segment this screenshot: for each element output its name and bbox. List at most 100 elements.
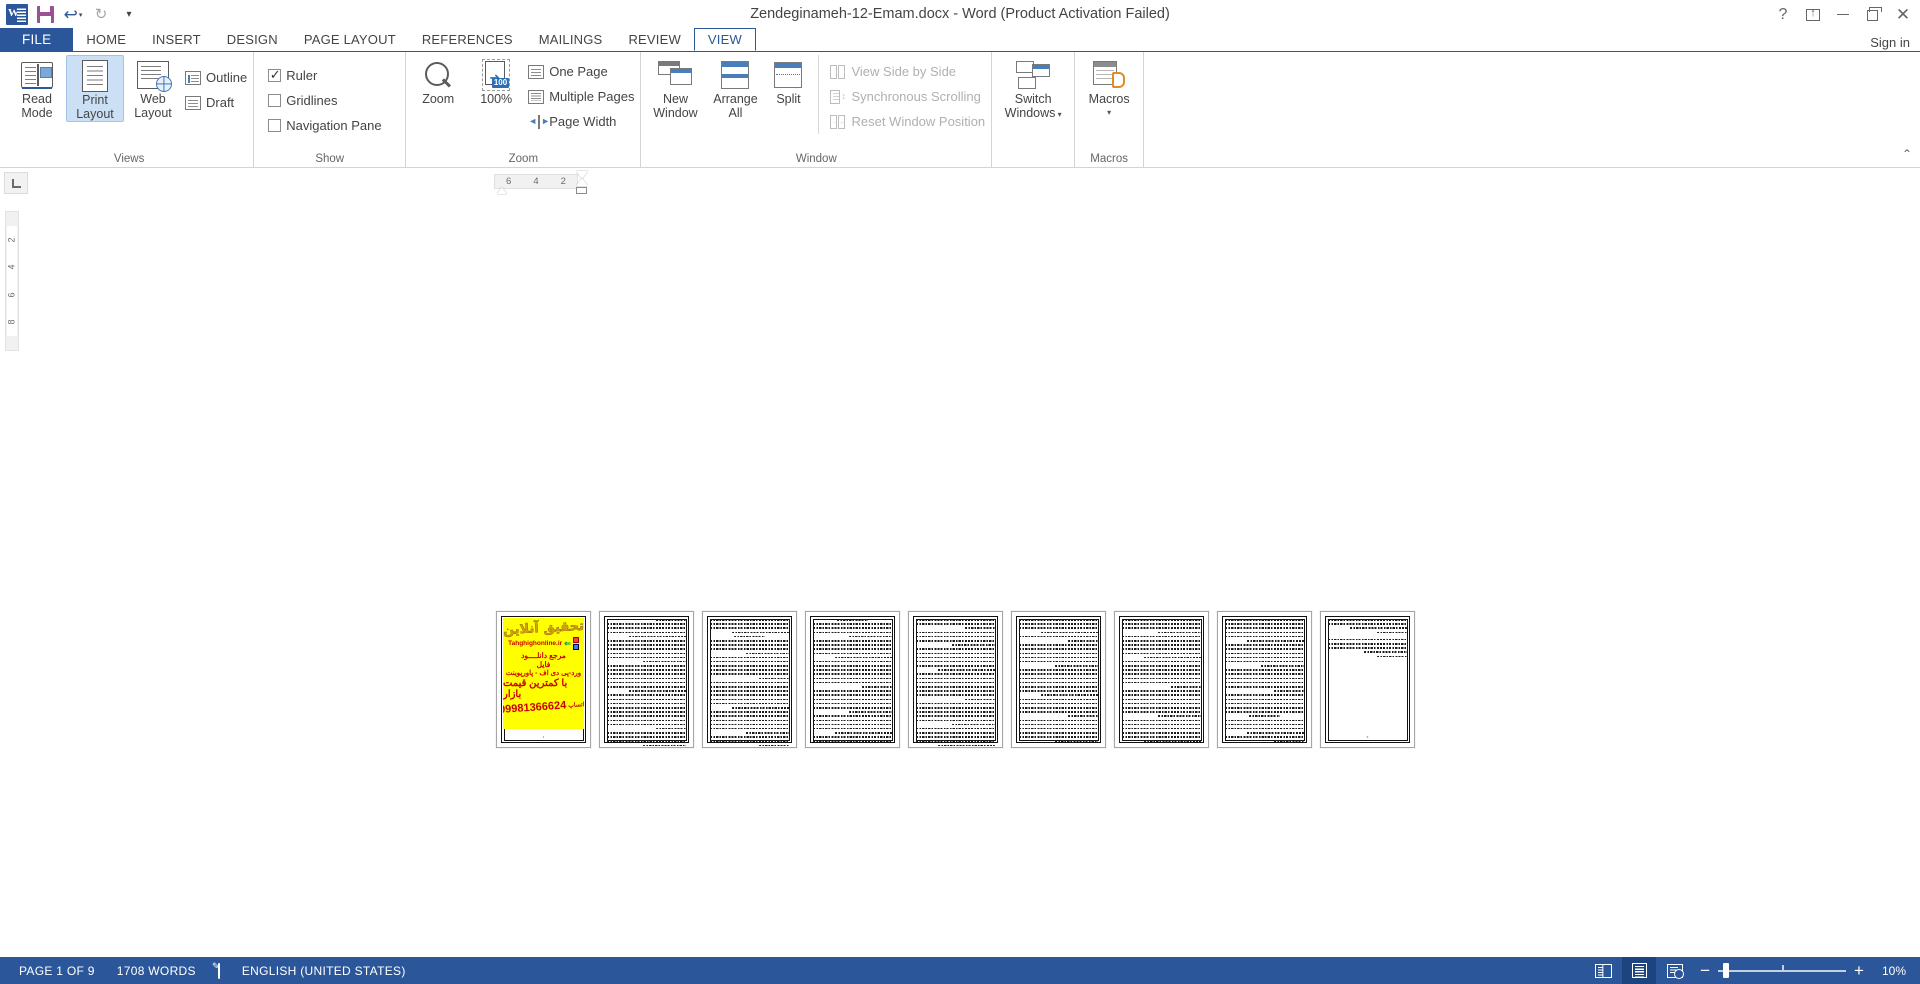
tab-page-layout[interactable]: PAGE LAYOUT [291,28,409,51]
vertical-ruler[interactable]: 2 4 6 8 [5,211,19,351]
print-layout-button[interactable]: Print Layout [66,55,124,122]
page-thumbnail-7[interactable]: 7 [1114,611,1209,748]
tab-stop-selector[interactable] [4,172,28,194]
page-width-button[interactable]: ◄ ► Page Width [525,109,637,134]
page-text-block-9 [1328,619,1407,658]
new-window-label-2: Window [653,106,698,120]
new-window-button[interactable]: New Window [644,55,706,120]
page-thumbnail-9[interactable]: 9 [1320,611,1415,748]
macros-icon [1093,58,1126,92]
page-thumbnail-2[interactable]: 2 [599,611,694,748]
zoom-100-icon: ➜100 [482,58,511,92]
page-thumbnail-6[interactable]: 6 [1011,611,1106,748]
zoom-button[interactable]: Zoom [409,55,467,106]
zoom-slider-handle[interactable] [1723,963,1730,978]
language-indicator[interactable]: ENGLISH (UNITED STATES) [231,964,417,978]
reset-window-position-label: Reset Window Position [851,114,986,129]
switch-windows-icon [1016,58,1051,92]
zoom-in-button[interactable]: + [1848,962,1870,979]
macros-button[interactable]: Macros ▾ [1078,55,1140,120]
restore-icon[interactable] [1858,2,1888,28]
macros-button-label: Macros [1088,92,1130,106]
ruler-checkbox-row[interactable]: Ruler [265,63,384,88]
cover-website-row: Tahghighonline.ir ⇐ [508,637,579,650]
read-mode-view-button[interactable] [1586,957,1620,984]
split-button[interactable]: Split [764,55,812,106]
collapse-ribbon-icon[interactable]: ⌃ [1902,147,1912,161]
tab-insert[interactable]: INSERT [139,28,214,51]
arrange-all-button[interactable]: Arrange All [706,55,764,120]
left-tab-stop-icon [11,178,21,188]
page-number-1: 1 [542,735,545,739]
page-text-block-4 [813,619,892,743]
redo-icon[interactable]: ↻ [88,3,114,27]
show-group-label: Show [315,153,345,165]
vruler-tick-8: 8 [6,319,17,325]
navigation-pane-checkbox[interactable] [268,119,282,132]
page-thumbnail-5[interactable]: 5 [908,611,1003,748]
web-layout-view-icon [1667,963,1685,979]
draft-view-button[interactable]: Draft [182,90,250,115]
web-layout-view-button[interactable] [1658,957,1692,984]
view-side-by-side-button: View Side by Side [827,59,988,84]
zoom-100-button[interactable]: ➜100 100% [467,55,525,106]
arrange-all-icon [721,58,750,92]
tab-home[interactable]: HOME [73,28,139,51]
one-page-button[interactable]: One Page [525,59,637,84]
zoom-slider[interactable] [1718,957,1847,984]
ribbon-display-options-icon[interactable] [1798,2,1828,28]
page-thumbnail-8[interactable]: 8 [1217,611,1312,748]
chevron-down-icon[interactable]: ▾ [1055,110,1062,119]
switch-windows-button[interactable]: Switch Windows ▾ [995,55,1071,122]
gridlines-checkbox[interactable] [268,94,282,107]
print-layout-label-2: Layout [76,107,114,121]
proofing-errors-icon[interactable] [207,962,231,979]
right-indent-marker[interactable] [576,171,588,194]
tab-file[interactable]: FILE [0,28,74,51]
navigation-pane-checkbox-row[interactable]: Navigation Pane [265,113,384,138]
zoom-percentage[interactable]: 10% [1872,964,1906,978]
ribbon-group-views: Read Mode Print Layout Web Layout Outlin… [2,52,255,168]
minimize-icon[interactable] [1828,2,1858,28]
page-indicator[interactable]: PAGE 1 OF 9 [8,964,106,978]
read-mode-button[interactable]: Read Mode [8,55,66,120]
multiple-pages-button[interactable]: Multiple Pages [525,84,637,109]
ruler-label: Ruler [286,68,318,83]
tab-design[interactable]: DESIGN [214,28,291,51]
zoom-out-button[interactable]: − [1694,962,1716,979]
tab-review[interactable]: REVIEW [615,28,693,51]
cover-swatch-blue [572,644,579,650]
outline-view-icon [185,70,201,85]
close-icon[interactable]: ✕ [1888,2,1918,28]
customize-qat-icon[interactable]: ▾ [116,3,142,27]
ruler-checkbox[interactable] [268,67,282,83]
page-thumbnail-4[interactable]: 4 [805,611,900,748]
ribbon-group-switch-windows: Switch Windows ▾ [992,52,1074,168]
cover-line-4: ورد-پی دی اف - پاورپوینت [505,670,582,677]
tab-mailings[interactable]: MAILINGS [526,28,616,51]
draft-view-label: Draft [206,95,235,110]
arrow-left-icon: ⇐ [564,638,571,648]
left-indent-marker[interactable] [497,187,507,194]
draft-view-icon [185,95,201,110]
sign-in-link[interactable]: Sign in [1870,35,1910,50]
switch-windows-group-label [995,152,1071,168]
document-canvas[interactable]: 2 4 6 8 تحقیق آنلاین Tahghighonline.ir ⇐… [0,201,1920,984]
outline-view-button[interactable]: Outline [182,65,250,90]
help-icon[interactable]: ? [1768,2,1798,28]
page-text-block-5 [916,619,995,747]
page-width-label: Page Width [549,114,617,129]
word-count[interactable]: 1708 WORDS [106,964,207,978]
web-layout-button[interactable]: Web Layout [124,55,182,120]
gridlines-checkbox-row[interactable]: Gridlines [265,88,384,113]
page-thumbnail-1[interactable]: تحقیق آنلاین Tahghighonline.ir ⇐ مرجع دا… [496,611,591,748]
print-layout-view-button[interactable] [1622,957,1657,984]
undo-icon[interactable]: ↩ ▾ [60,3,86,27]
tab-view[interactable]: VIEW [693,28,756,51]
save-icon[interactable] [32,3,58,27]
tab-references[interactable]: REFERENCES [409,28,526,51]
macros-chevron-down-icon[interactable]: ▾ [1107,106,1111,120]
page-thumbnail-3[interactable]: 3 [702,611,797,748]
switch-windows-label-1: Switch [1014,92,1052,106]
zoom-100-label: 100% [480,92,513,106]
